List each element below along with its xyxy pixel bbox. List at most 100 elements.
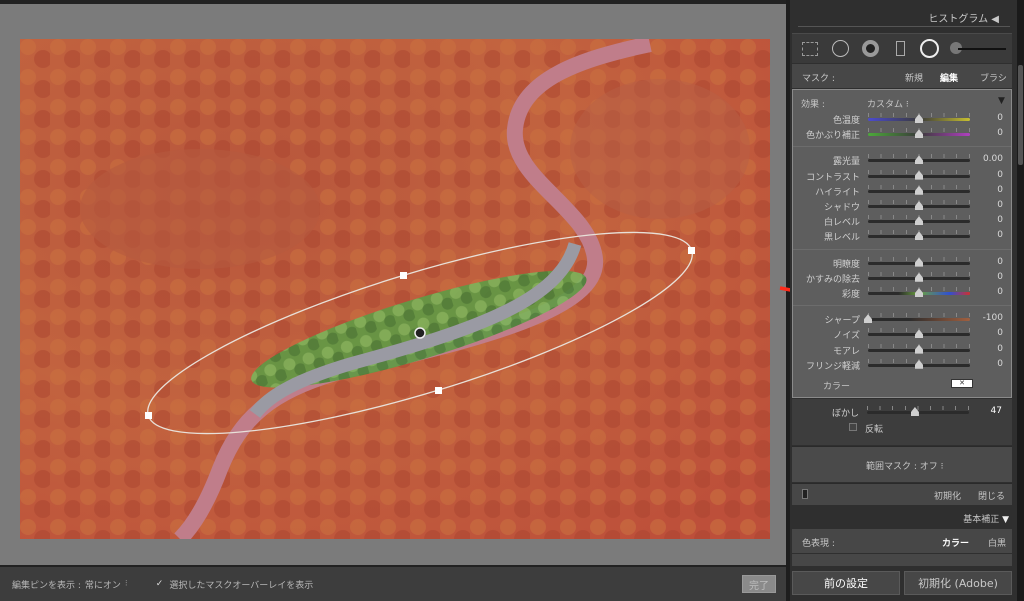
slider-label: フリンジ軽減	[805, 361, 860, 372]
slider-value[interactable]: 0	[997, 128, 1003, 138]
slider-row[interactable]: ハイライト 0	[793, 184, 1013, 198]
slider-row[interactable]: フリンジ軽減 0	[793, 358, 1013, 372]
effect-select[interactable]: カスタム ⁝	[867, 97, 909, 110]
mask-actions-row: 初期化 閉じる	[792, 483, 1012, 505]
mask-row: マスク : 新規 編集 ブラシ	[792, 64, 1012, 88]
pin-select[interactable]: 常にオン	[85, 578, 121, 591]
slider-label: シャープ	[824, 316, 860, 327]
color-swatch[interactable]: ✕	[951, 379, 973, 388]
invert-checkbox[interactable]	[849, 423, 857, 431]
slider-label: 彩度	[841, 290, 860, 300]
slider-track[interactable]	[868, 318, 970, 322]
ellipse-handle[interactable]	[688, 247, 695, 254]
treatment-bw-button[interactable]: 白黒	[988, 536, 1006, 549]
color-label: カラー	[823, 382, 851, 392]
slider-value[interactable]: -100	[983, 313, 1003, 323]
slider-value[interactable]: 0	[997, 230, 1003, 240]
overlay-checkbox-label[interactable]: 選択したマスクオーバーレイを表示	[169, 578, 313, 591]
mask-new-button[interactable]: 新規	[905, 71, 923, 84]
spot-removal-icon[interactable]	[832, 40, 849, 57]
slider-row[interactable]: 色かぶり補正 0	[793, 127, 1013, 141]
invert-label[interactable]: 反転	[865, 422, 883, 435]
slider-ticks	[868, 313, 970, 318]
slider-label: 色かぶり補正	[805, 131, 860, 142]
slider-value[interactable]: 0	[997, 257, 1003, 267]
slider-row[interactable]: 露光量 0.00	[793, 153, 1013, 167]
done-button[interactable]: 完了	[742, 575, 776, 593]
slider-label: コントラスト	[806, 172, 860, 183]
red-eye-icon[interactable]	[862, 40, 879, 57]
slider-value[interactable]: 0.00	[983, 154, 1003, 164]
range-mask-value: 範囲マスク : オフ	[866, 462, 938, 472]
slider-row[interactable]: ノイズ 0	[793, 327, 1013, 341]
slider-label: シャドウ	[823, 203, 860, 213]
slider-label: ノイズ	[833, 331, 860, 342]
toggle-switch-icon[interactable]	[802, 489, 808, 499]
treatment-row: 色表現 : カラー 白黒	[792, 529, 1012, 553]
slider-row[interactable]: 色温度 0	[793, 112, 1013, 126]
slider-row[interactable]: 明瞭度 0	[793, 256, 1013, 270]
slider-value[interactable]: 0	[997, 215, 1003, 225]
ellipse-handle[interactable]	[435, 387, 442, 394]
slider-row[interactable]: シャープ -100	[793, 312, 1013, 326]
effect-panel: 効果 : カスタム ⁝ ▼ 色温度 0 色かぶり補正 0 露光量 0.00 コントラスト 0 ハ…	[792, 89, 1012, 398]
treatment-color-button[interactable]: カラー	[942, 536, 969, 549]
previous-settings-button[interactable]: 前の設定	[792, 571, 900, 595]
slider-row[interactable]: 黒レベル 0	[793, 229, 1013, 243]
slider-row[interactable]: 白レベル 0	[793, 214, 1013, 228]
crop-tool-icon[interactable]	[802, 42, 818, 56]
slider-row[interactable]: 彩度 0	[793, 286, 1013, 300]
right-panel: ヒストグラム ◀ マスク : 新規 編集 ブラシ 効果 : カスタム ⁝ ▼ 色…	[790, 0, 1017, 601]
basic-title: 基本補正	[963, 515, 1000, 525]
effect-value: カスタム	[867, 100, 904, 110]
mask-brush-button[interactable]: ブラシ	[980, 71, 1007, 84]
effect-label: 効果 :	[801, 100, 825, 110]
expand-icon[interactable]: ▼	[1002, 515, 1009, 525]
slider-value[interactable]: 0	[997, 113, 1003, 123]
slider-row[interactable]: シャドウ 0	[793, 199, 1013, 213]
close-button[interactable]: 閉じる	[978, 489, 1005, 502]
slider-value[interactable]: 0	[997, 170, 1003, 180]
basic-header[interactable]: 基本補正 ▼	[963, 512, 1009, 525]
slider-label: 黒レベル	[823, 233, 860, 244]
reset-adobe-button[interactable]: 初期化 (Adobe)	[904, 571, 1012, 595]
collapse-left-icon[interactable]: ◀	[991, 14, 999, 25]
photo-with-mask-overlay[interactable]	[20, 39, 770, 539]
slider-label: ぼかし	[831, 409, 859, 419]
panel-scrollbar[interactable]	[1017, 0, 1024, 601]
divider	[793, 305, 1011, 307]
pin-label: 編集ピンを表示 :	[12, 580, 81, 591]
graduated-filter-icon[interactable]	[896, 41, 905, 56]
radial-filter-icon[interactable]	[920, 39, 939, 58]
slider-label: 色温度	[832, 116, 860, 126]
slider-value[interactable]: 47	[991, 406, 1002, 416]
ellipse-handle[interactable]	[145, 412, 152, 419]
slider-value[interactable]: 0	[997, 344, 1003, 354]
slider-value[interactable]: 0	[997, 328, 1003, 338]
slider-row[interactable]: かすみの除去 0	[793, 271, 1013, 285]
slider-row[interactable]: モアレ 0	[793, 343, 1013, 357]
ellipse-handle[interactable]	[400, 272, 407, 279]
slider-label: ハイライト	[815, 187, 860, 198]
slider-feather[interactable]: ぼかし 47	[792, 405, 1012, 419]
effect-menu-icon[interactable]: ▼	[998, 96, 1005, 106]
reset-button[interactable]: 初期化	[934, 489, 961, 502]
slider-value[interactable]: 0	[997, 359, 1003, 369]
mask-edit-button[interactable]: 編集	[940, 71, 958, 84]
slider-value[interactable]: 0	[997, 272, 1003, 282]
feather-section: ぼかし 47 反転	[792, 399, 1012, 445]
slider-row[interactable]: コントラスト 0	[793, 169, 1013, 183]
slider-value[interactable]: 0	[997, 185, 1003, 195]
histogram-title: ヒストグラム	[928, 14, 989, 25]
slider-value[interactable]: 0	[997, 287, 1003, 297]
histogram-header[interactable]: ヒストグラム ◀	[928, 10, 999, 25]
slider-label: 白レベル	[823, 218, 860, 229]
slider-label: モアレ	[832, 346, 860, 357]
range-mask-select[interactable]: 範囲マスク : オフ ⁝	[866, 459, 944, 472]
tool-strip	[792, 33, 1012, 63]
slider-value[interactable]: 0	[997, 200, 1003, 210]
image-canvas-area	[0, 0, 786, 565]
checkmark-icon[interactable]: ✓	[156, 579, 164, 589]
mask-label: マスク :	[802, 74, 835, 84]
edit-pin[interactable]	[414, 327, 426, 339]
